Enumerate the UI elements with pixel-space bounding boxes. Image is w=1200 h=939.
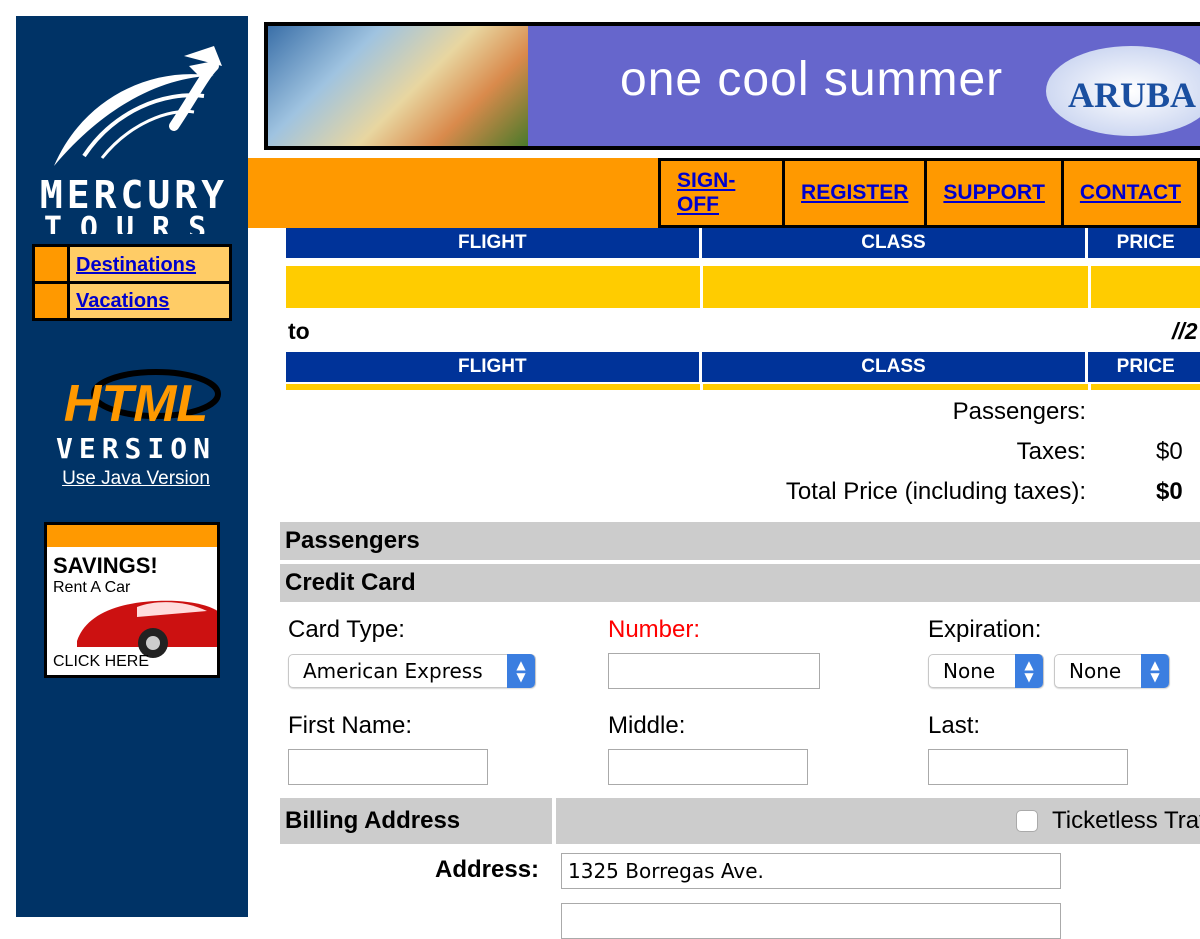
return-route-label: to xyxy=(288,318,310,344)
first-name-label: First Name: xyxy=(288,712,413,739)
ticketless-travel-label: Ticketless Travel xyxy=(1052,807,1200,834)
select-chevron-icon: ▲ ▼ xyxy=(507,654,535,688)
sidebar-item-destinations: Destinations xyxy=(35,247,229,281)
html-version-logo: HTML VERSION xyxy=(56,369,221,462)
flight-column-header: FLIGHT xyxy=(286,352,699,382)
last-name-label: Last: xyxy=(928,712,981,739)
class-cell xyxy=(703,266,1088,308)
expiration-year-select[interactable]: None ▲ ▼ xyxy=(1054,654,1170,688)
card-number-label: Number: xyxy=(608,616,701,643)
address-line2-input[interactable] xyxy=(561,903,1061,939)
brand-line1: MERCURY xyxy=(39,173,229,217)
taxes-label: Taxes: xyxy=(1016,438,1086,465)
price-column-header: PRICE xyxy=(1088,228,1200,258)
select-chevron-icon: ▲ ▼ xyxy=(1141,654,1169,688)
passengers-count-label: Passengers: xyxy=(952,398,1086,425)
sidebar: MERCURY TOURS Destinations Vacations HTM… xyxy=(16,16,248,917)
ad-top-bar xyxy=(47,525,217,547)
banner-body: one cool summer ARUBA xyxy=(268,26,1200,146)
expiration-label: Expiration: xyxy=(928,616,1042,643)
rent-a-car-ad[interactable]: SAVINGS! Rent A Car CLICK HERE xyxy=(44,522,220,678)
ad-title: SAVINGS! xyxy=(53,553,158,578)
vacations-link[interactable]: Vacations xyxy=(70,284,229,318)
depart-flight-row xyxy=(286,266,1200,308)
billing-address-section-header: Billing Address xyxy=(280,798,552,844)
nav-bullet xyxy=(35,284,67,318)
sign-off-link[interactable]: SIGN-OFF xyxy=(661,161,783,225)
middle-name-label: Middle: xyxy=(608,712,686,739)
html-text: HTML xyxy=(64,375,208,433)
exp-month-value: None xyxy=(943,659,996,683)
expiration-month-select[interactable]: None ▲ ▼ xyxy=(928,654,1044,688)
price-column-header: PRICE xyxy=(1088,352,1200,382)
ticketless-travel-bar: Ticketless Travel xyxy=(556,798,1200,844)
address-label: Address: xyxy=(435,856,540,883)
top-navigation: SIGN-OFF REGISTER SUPPORT CONTACT xyxy=(248,158,1200,228)
price-cell xyxy=(1091,384,1200,390)
use-java-version-link[interactable]: Use Java Version xyxy=(36,468,236,490)
return-date: //2 xyxy=(1172,318,1198,344)
card-type-label: Card Type: xyxy=(288,616,405,643)
flight-cell xyxy=(286,266,700,308)
depart-table-header: FLIGHT CLASS PRICE xyxy=(286,228,1200,258)
ticketless-travel-checkbox[interactable] xyxy=(1016,810,1038,832)
total-price-value: $0 xyxy=(1156,478,1183,505)
taxes-value: $0 xyxy=(1156,438,1183,465)
ad-body: SAVINGS! Rent A Car CLICK HERE xyxy=(47,525,217,675)
flight-column-header: FLIGHT xyxy=(286,228,699,258)
return-table-header: FLIGHT CLASS PRICE xyxy=(286,352,1200,382)
brand-logo: MERCURY TOURS xyxy=(34,176,234,234)
total-price-label: Total Price (including taxes): xyxy=(785,478,1086,505)
plane-logo-icon xyxy=(54,46,222,166)
card-last-name-input[interactable] xyxy=(928,749,1128,785)
card-first-name-input[interactable] xyxy=(288,749,488,785)
brand-line2: TOURS xyxy=(43,214,225,234)
nav-bullet xyxy=(35,247,67,281)
promo-banner[interactable]: one cool summer ARUBA xyxy=(264,22,1200,150)
sidebar-item-vacations: Vacations xyxy=(35,284,229,318)
select-chevron-icon: ▲ ▼ xyxy=(1015,654,1043,688)
price-cell xyxy=(1091,266,1200,308)
flight-cell xyxy=(286,384,700,390)
exp-year-value: None xyxy=(1069,659,1122,683)
card-middle-name-input[interactable] xyxy=(608,749,808,785)
banner-photo xyxy=(268,26,528,146)
class-column-header: CLASS xyxy=(701,228,1086,258)
passengers-section-header: Passengers xyxy=(280,522,1200,560)
credit-card-section-header: Credit Card xyxy=(280,564,1200,602)
return-flight-row xyxy=(286,384,1200,390)
card-type-select[interactable]: American Express ▲ ▼ xyxy=(288,654,536,688)
sidebar-nav: Destinations Vacations xyxy=(32,244,232,321)
card-number-input[interactable] xyxy=(608,653,820,689)
banner-logo-text: ARUBA xyxy=(1068,75,1197,115)
car-icon xyxy=(77,600,217,658)
html-version-badge: HTML VERSION Use Java Version xyxy=(36,366,236,490)
contact-link[interactable]: CONTACT xyxy=(1063,161,1197,225)
card-type-value: American Express xyxy=(303,659,483,683)
class-column-header: CLASS xyxy=(701,352,1086,382)
address-line1-input[interactable]: 1325 Borregas Ave. xyxy=(561,853,1061,889)
version-text: VERSION xyxy=(56,432,216,462)
support-link[interactable]: SUPPORT xyxy=(927,161,1061,225)
destinations-link[interactable]: Destinations xyxy=(70,247,229,281)
register-link[interactable]: REGISTER xyxy=(785,161,925,225)
banner-text: one cool summer xyxy=(620,53,1004,106)
ad-cta: CLICK HERE xyxy=(53,653,150,670)
class-cell xyxy=(703,384,1088,390)
top-nav-links: SIGN-OFF REGISTER SUPPORT CONTACT xyxy=(658,158,1200,228)
